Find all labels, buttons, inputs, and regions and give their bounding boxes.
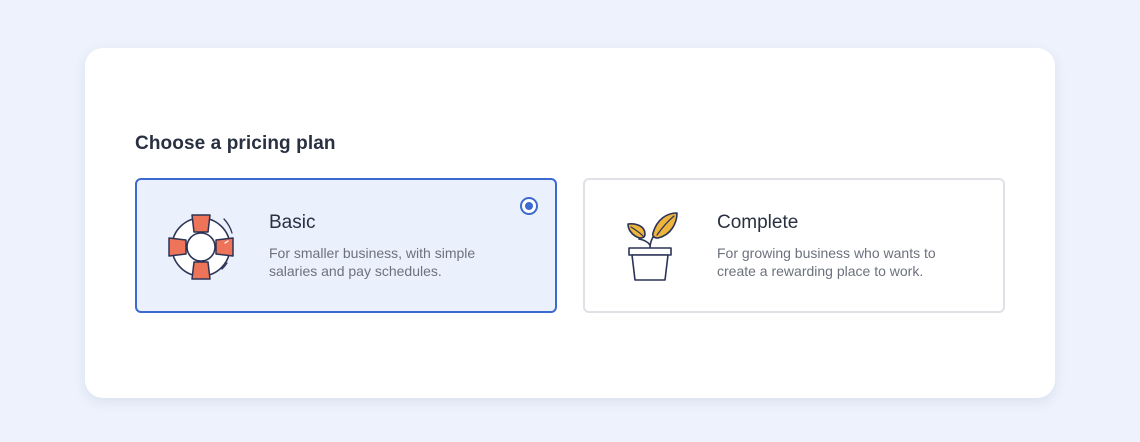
plan-description: For growing business who wants to create…: [717, 245, 936, 279]
plan-description: For smaller business, with simple salari…: [269, 245, 476, 279]
plan-option-complete[interactable]: Complete For growing business who wants …: [583, 178, 1005, 313]
radio-selected-dot: [525, 202, 533, 210]
pricing-card: Choose a pricing plan Basic For smaller …: [85, 48, 1055, 398]
potted-plant-icon: [614, 211, 686, 283]
plan-title: Basic: [269, 212, 316, 233]
page-title: Choose a pricing plan: [135, 133, 336, 154]
plan-title: Complete: [717, 212, 799, 233]
plan-option-basic[interactable]: Basic For smaller business, with simple …: [135, 178, 557, 313]
lifebuoy-icon: [166, 211, 238, 283]
plan-radio-button[interactable]: [520, 197, 538, 215]
